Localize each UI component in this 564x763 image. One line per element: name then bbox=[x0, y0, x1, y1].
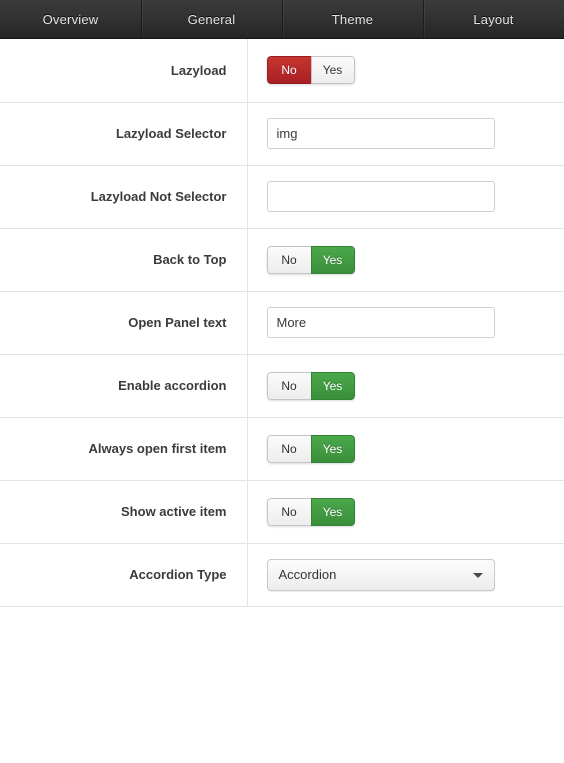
text-input-lazyload-selector[interactable] bbox=[266, 118, 495, 149]
select-accordion-type[interactable]: Accordion bbox=[266, 558, 495, 591]
field-control-back-to-top: No Yes bbox=[247, 228, 564, 291]
field-label-accordion-type: Accordion Type bbox=[0, 543, 248, 606]
field-label-always-open-first-item: Always open first item bbox=[0, 417, 248, 480]
settings-form-table: LazyloadNoYesLazyload SelectorLazyload N… bbox=[0, 39, 564, 607]
field-control-accordion-type: Accordion bbox=[247, 543, 564, 606]
toggle-group-show-active-item[interactable]: No Yes bbox=[266, 497, 355, 526]
field-control-lazyload-not-selector bbox=[247, 165, 564, 228]
toggle-no-lazyload[interactable]: No bbox=[266, 56, 311, 85]
form-row-open-panel-text: Open Panel text bbox=[0, 291, 564, 354]
toggle-no-enable-accordion[interactable]: No bbox=[266, 371, 311, 400]
tab-general[interactable]: General bbox=[141, 0, 282, 38]
field-control-show-active-item: No Yes bbox=[247, 480, 564, 543]
tab-label: Theme bbox=[331, 11, 374, 27]
tab-overview[interactable]: Overview bbox=[0, 0, 141, 38]
field-control-lazyload-selector bbox=[247, 102, 564, 165]
form-row-lazyload: Lazyload No Yes bbox=[0, 39, 564, 102]
select-box-accordion-type[interactable]: Accordion bbox=[266, 558, 495, 591]
tab-theme[interactable]: Theme bbox=[282, 0, 423, 38]
form-row-show-active-item: Show active item No Yes bbox=[0, 480, 564, 543]
field-control-always-open-first-item: No Yes bbox=[247, 417, 564, 480]
tab-bar: Overview General Theme Layout bbox=[0, 0, 564, 39]
field-label-lazyload: Lazyload bbox=[0, 39, 248, 102]
toggle-group-always-open-first-item[interactable]: No Yes bbox=[266, 434, 355, 463]
toggle-yes-always-open-first-item[interactable]: Yes bbox=[310, 434, 355, 463]
field-control-enable-accordion: No Yes bbox=[247, 354, 564, 417]
field-label-enable-accordion: Enable accordion bbox=[0, 354, 248, 417]
select-value: Accordion bbox=[278, 567, 337, 582]
text-input-lazyload-not-selector[interactable] bbox=[266, 181, 495, 212]
form-row-lazyload-selector: Lazyload Selector bbox=[0, 102, 564, 165]
toggle-yes-show-active-item[interactable]: Yes bbox=[310, 497, 355, 526]
tab-label: General bbox=[187, 11, 236, 27]
field-label-show-active-item: Show active item bbox=[0, 480, 248, 543]
text-input-open-panel-text[interactable] bbox=[266, 307, 495, 338]
toggle-group-enable-accordion[interactable]: No Yes bbox=[266, 371, 355, 400]
form-row-lazyload-not-selector: Lazyload Not Selector bbox=[0, 165, 564, 228]
field-control-open-panel-text bbox=[247, 291, 564, 354]
toggle-no-back-to-top[interactable]: No bbox=[266, 245, 311, 274]
field-label-back-to-top: Back to Top bbox=[0, 228, 248, 291]
settings-panel: Overview General Theme Layout Lazyload No Yes… bbox=[0, 0, 564, 763]
toggle-group-lazyload[interactable]: No Yes bbox=[266, 56, 355, 85]
field-label-open-panel-text: Open Panel text bbox=[0, 291, 248, 354]
form-row-accordion-type: Accordion Type Accordion bbox=[0, 543, 564, 606]
tab-label: Overview bbox=[42, 11, 99, 27]
toggle-yes-back-to-top[interactable]: Yes bbox=[310, 245, 355, 274]
form-row-enable-accordion: Enable accordion No Yes bbox=[0, 354, 564, 417]
toggle-group-back-to-top[interactable]: No Yes bbox=[266, 245, 355, 274]
toggle-no-always-open-first-item[interactable]: No bbox=[266, 434, 311, 463]
toggle-yes-enable-accordion[interactable]: Yes bbox=[310, 371, 355, 400]
toggle-yes-lazyload[interactable]: Yes bbox=[310, 56, 355, 85]
toggle-no-show-active-item[interactable]: No bbox=[266, 497, 311, 526]
form-row-always-open-first-item: Always open first item No Yes bbox=[0, 417, 564, 480]
field-label-lazyload-selector: Lazyload Selector bbox=[0, 102, 248, 165]
form-row-back-to-top: Back to Top No Yes bbox=[0, 228, 564, 291]
tab-layout[interactable]: Layout bbox=[423, 0, 564, 38]
tab-label: Layout bbox=[473, 11, 514, 27]
field-label-lazyload-not-selector: Lazyload Not Selector bbox=[0, 165, 248, 228]
field-control-lazyload: No Yes bbox=[247, 39, 564, 102]
